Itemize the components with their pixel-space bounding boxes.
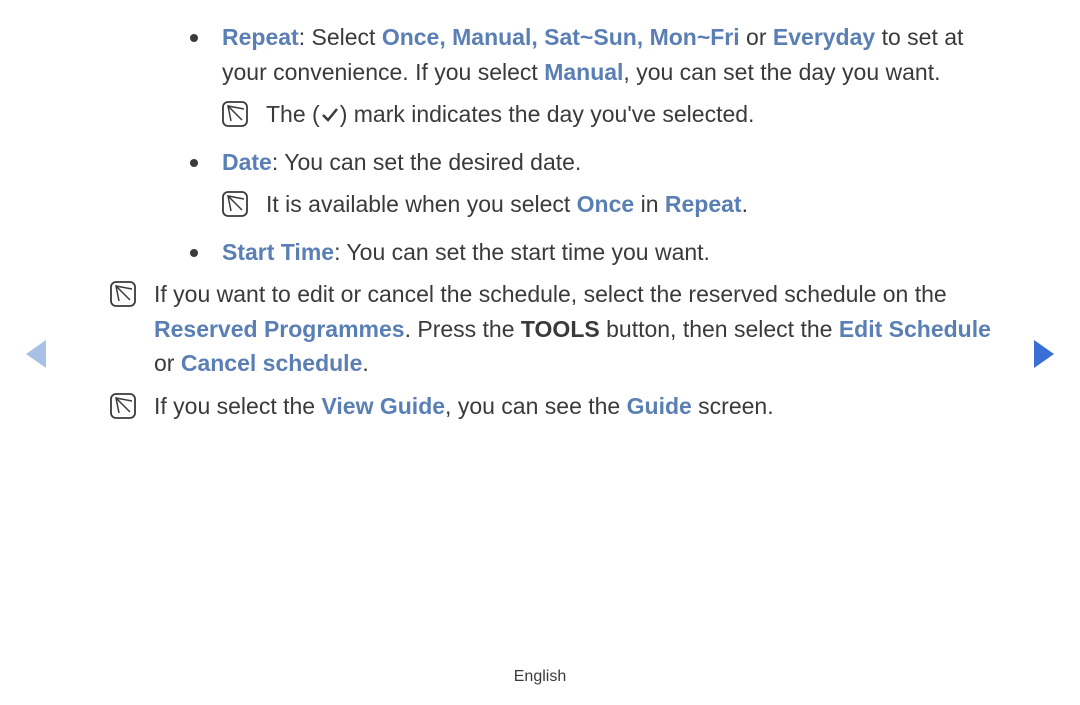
note-icon — [110, 393, 136, 429]
note-icon — [222, 101, 248, 137]
bullet-dot-icon — [190, 34, 198, 42]
bullet-dot-icon — [190, 249, 198, 257]
hl-guide: Guide — [627, 393, 692, 419]
note-view-guide-text: If you select the View Guide, you can se… — [154, 389, 1000, 429]
hl-manual: Manual — [544, 59, 623, 85]
note-view-guide: If you select the View Guide, you can se… — [110, 389, 1000, 429]
checkmark-icon — [320, 99, 340, 134]
note-icon — [110, 281, 136, 381]
hl-repeat: Repeat — [222, 24, 299, 50]
bullet-start: Start Time: You can set the start time y… — [150, 235, 1000, 270]
note-icon — [222, 191, 248, 227]
hl-reserved: Reserved Programmes — [154, 316, 405, 342]
hl-edit-schedule: Edit Schedule — [839, 316, 991, 342]
note-edit-cancel-text: If you want to edit or cancel the schedu… — [154, 277, 1000, 381]
note-repeat-text: The () mark indicates the day you've sel… — [266, 97, 1000, 137]
nav-prev-arrow[interactable] — [26, 340, 46, 368]
hl-date: Date — [222, 149, 272, 175]
bullet-dot-icon — [190, 159, 198, 167]
hl-repeat2: Repeat — [665, 191, 742, 217]
note-repeat: The () mark indicates the day you've sel… — [150, 97, 1000, 137]
outer-notes: If you want to edit or cancel the schedu… — [0, 277, 1080, 428]
hl-everyday: Everyday — [773, 24, 875, 50]
bullet-repeat-text: Repeat: Select Once, Manual, Sat~Sun, Mo… — [222, 20, 1000, 89]
hl-once: Once — [577, 191, 635, 217]
note-edit-cancel: If you want to edit or cancel the schedu… — [110, 277, 1000, 381]
note-date: It is available when you select Once in … — [150, 187, 1000, 227]
bullet-start-text: Start Time: You can set the start time y… — [222, 235, 1000, 270]
hl-view-guide: View Guide — [321, 393, 445, 419]
hl-opts: Once, Manual, Sat~Sun, Mon~Fri — [382, 24, 740, 50]
bullet-date-text: Date: You can set the desired date. — [222, 145, 1000, 180]
page-content: Repeat: Select Once, Manual, Sat~Sun, Mo… — [0, 20, 1080, 269]
bold-tools: TOOLS — [521, 316, 600, 342]
bullet-repeat: Repeat: Select Once, Manual, Sat~Sun, Mo… — [150, 20, 1000, 89]
note-date-text: It is available when you select Once in … — [266, 187, 1000, 227]
hl-start: Start Time — [222, 239, 334, 265]
bullet-date: Date: You can set the desired date. — [150, 145, 1000, 180]
nav-next-arrow[interactable] — [1034, 340, 1054, 368]
footer-language: English — [0, 665, 1080, 689]
hl-cancel-schedule: Cancel schedule — [181, 350, 363, 376]
